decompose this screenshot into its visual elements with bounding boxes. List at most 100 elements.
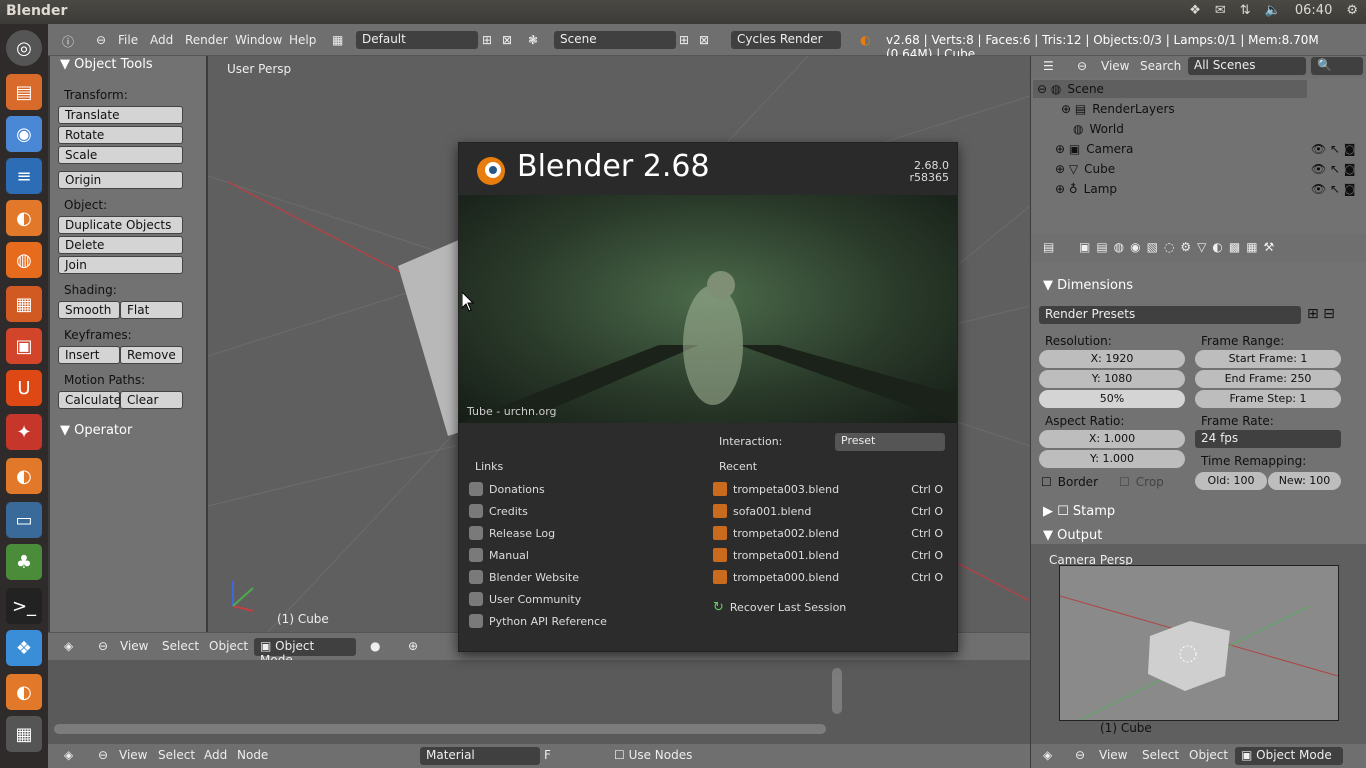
recent-file-4[interactable]: trompeta000.blend Ctrl O xyxy=(713,570,943,584)
tree-world[interactable]: ◍ World xyxy=(1073,122,1124,136)
recover-last-session[interactable]: ↻ Recover Last Session xyxy=(713,600,846,615)
mail-icon[interactable]: ✉ xyxy=(1215,3,1226,18)
mode-select[interactable]: ▣ Object Mode xyxy=(254,638,356,667)
tree-camera[interactable]: ⊕ ▣ Camera xyxy=(1055,142,1133,156)
clock[interactable]: 06:40 xyxy=(1295,3,1332,18)
visibility-eye-icon[interactable]: 👁 ↖ ◙ xyxy=(1311,182,1356,196)
blender-icon[interactable]: ◐ xyxy=(6,200,42,236)
translate-button[interactable]: Translate xyxy=(58,106,183,124)
fake-user-button[interactable]: F xyxy=(544,748,551,762)
camera-viewport[interactable]: Camera Persp (1) Cube xyxy=(1031,544,1366,744)
outliner-menu-search[interactable]: Search xyxy=(1140,59,1181,73)
resolution-percent-slider[interactable]: 50% xyxy=(1039,390,1185,408)
node-menu-view[interactable]: View xyxy=(119,748,147,762)
resolution-y-field[interactable]: Y: 1080 xyxy=(1039,370,1185,388)
volume-icon[interactable]: 🔈 xyxy=(1265,3,1281,18)
recent-file-1[interactable]: sofa001.blend Ctrl O xyxy=(713,504,943,518)
collapse-icon-outliner[interactable]: ⊖ xyxy=(1077,59,1087,73)
link-release-log[interactable]: Release Log xyxy=(469,526,555,540)
cam-menu-select[interactable]: Select xyxy=(1142,748,1179,762)
rotate-button[interactable]: Rotate xyxy=(58,126,183,144)
blender-icon-2[interactable]: ◐ xyxy=(6,458,42,494)
collapse-icon[interactable]: ⊖ xyxy=(96,33,106,47)
dropbox-icon[interactable]: ❖ xyxy=(1189,3,1201,18)
menu-window[interactable]: Window xyxy=(235,33,282,47)
firefox-icon[interactable]: ◍ xyxy=(6,242,42,278)
cam-menu-view[interactable]: View xyxy=(1099,748,1127,762)
files-icon[interactable]: ▤ xyxy=(6,74,42,110)
outliner-type-icon[interactable]: ☰ xyxy=(1043,59,1054,73)
shading-mode-icon[interactable]: ● xyxy=(370,639,380,653)
scene-icon[interactable]: ❃ xyxy=(528,33,538,47)
flat-button[interactable]: Flat xyxy=(120,301,183,319)
link-python-api[interactable]: Python API Reference xyxy=(469,614,607,628)
add-layout-icon[interactable]: ⊞ xyxy=(482,33,492,47)
editor-type-icon[interactable]: ◈ xyxy=(64,639,73,653)
clear-button[interactable]: Clear xyxy=(120,391,183,409)
ubuntu-one-icon[interactable]: U xyxy=(6,370,42,406)
use-nodes-checkbox[interactable]: ☐ Use Nodes xyxy=(614,748,692,762)
search-icon[interactable]: 🔍 xyxy=(1311,57,1363,75)
render-presets-select[interactable]: Render Presets xyxy=(1039,306,1301,324)
smooth-button[interactable]: Smooth xyxy=(58,301,120,319)
stamp-panel-title[interactable]: ▶ ☐ Stamp xyxy=(1043,504,1115,519)
node-menu-node[interactable]: Node xyxy=(237,748,268,762)
vp-menu-view[interactable]: View xyxy=(120,639,148,653)
collapse-icon-cam[interactable]: ⊖ xyxy=(1075,748,1085,762)
add-preset-button[interactable]: ⊞ ⊟ xyxy=(1307,306,1335,322)
recent-file-0[interactable]: trompeta003.blend Ctrl O xyxy=(713,482,943,496)
menu-file[interactable]: File xyxy=(118,33,138,47)
remove-keyframe-button[interactable]: Remove xyxy=(120,346,183,364)
interaction-preset-select[interactable]: Preset xyxy=(835,433,945,451)
clover-app-icon[interactable]: ♣ xyxy=(6,544,42,580)
recent-file-3[interactable]: trompeta001.blend Ctrl O xyxy=(713,548,943,562)
join-button[interactable]: Join xyxy=(58,256,183,274)
scene-field[interactable]: Scene xyxy=(554,31,676,49)
frame-rate-select[interactable]: 24 fps xyxy=(1195,430,1341,448)
image-viewer-icon[interactable]: ▭ xyxy=(6,502,42,538)
menu-help[interactable]: Help xyxy=(289,33,316,47)
aspect-x-field[interactable]: X: 1.000 xyxy=(1039,430,1185,448)
cam-menu-object[interactable]: Object xyxy=(1189,748,1228,762)
properties-type-icon[interactable]: ▤ xyxy=(1043,240,1054,254)
vp-menu-select[interactable]: Select xyxy=(162,639,199,653)
link-credits[interactable]: Credits xyxy=(469,504,528,518)
workspace-switcher-icon[interactable]: ▦ xyxy=(6,716,42,752)
remove-layout-icon[interactable]: ⊠ xyxy=(502,33,512,47)
time-remap-old-field[interactable]: Old: 100 xyxy=(1195,472,1267,490)
settings-gear-icon[interactable]: ⚙ xyxy=(1346,3,1358,18)
visibility-eye-icon[interactable]: 👁 ↖ ◙ xyxy=(1311,162,1356,176)
network-icon[interactable]: ⇅ xyxy=(1240,3,1251,18)
pivot-icon[interactable]: ⊕ xyxy=(408,639,418,653)
system-settings-icon[interactable]: ✦ xyxy=(6,414,42,450)
dropbox-launcher-icon[interactable]: ❖ xyxy=(6,630,42,666)
menu-add[interactable]: Add xyxy=(150,33,173,47)
delete-button[interactable]: Delete xyxy=(58,236,183,254)
node-menu-add[interactable]: Add xyxy=(204,748,227,762)
screen-layout-icon[interactable]: ▦ xyxy=(332,33,343,47)
node-editor-type-icon[interactable]: ◈ xyxy=(64,748,73,762)
remove-scene-icon[interactable]: ⊠ xyxy=(699,33,709,47)
duplicate-objects-button[interactable]: Duplicate Objects xyxy=(58,216,183,234)
scenes-filter-select[interactable]: All Scenes xyxy=(1188,57,1306,75)
node-menu-select[interactable]: Select xyxy=(158,748,195,762)
time-remap-new-field[interactable]: New: 100 xyxy=(1268,472,1341,490)
operator-panel-title[interactable]: ▼ Operator xyxy=(60,423,132,438)
crop-checkbox[interactable]: ☐ Crop xyxy=(1119,475,1164,489)
calculate-button[interactable]: Calculate xyxy=(58,391,121,409)
aspect-y-field[interactable]: Y: 1.000 xyxy=(1039,450,1185,468)
ubuntu-dash-icon[interactable]: ◎ xyxy=(6,30,42,66)
visibility-eye-icon[interactable]: 👁 ↖ ◙ xyxy=(1311,142,1356,156)
cam-editor-type-icon[interactable]: ◈ xyxy=(1043,748,1052,762)
collapse-icon-node[interactable]: ⊖ xyxy=(98,748,108,762)
software-center-icon[interactable]: ▣ xyxy=(6,328,42,364)
output-panel-title[interactable]: ▼ Output xyxy=(1043,528,1102,543)
screen-layout-field[interactable]: Default xyxy=(356,31,478,49)
info-editor-icon[interactable]: ⓘ xyxy=(62,33,74,50)
terminal-icon[interactable]: >_ xyxy=(6,588,42,624)
render-engine-select[interactable]: Cycles Render xyxy=(731,31,841,49)
link-donations[interactable]: Donations xyxy=(469,482,545,496)
timeline-area[interactable] xyxy=(48,660,1030,744)
menu-render[interactable]: Render xyxy=(185,33,228,47)
vp-menu-object[interactable]: Object xyxy=(209,639,248,653)
